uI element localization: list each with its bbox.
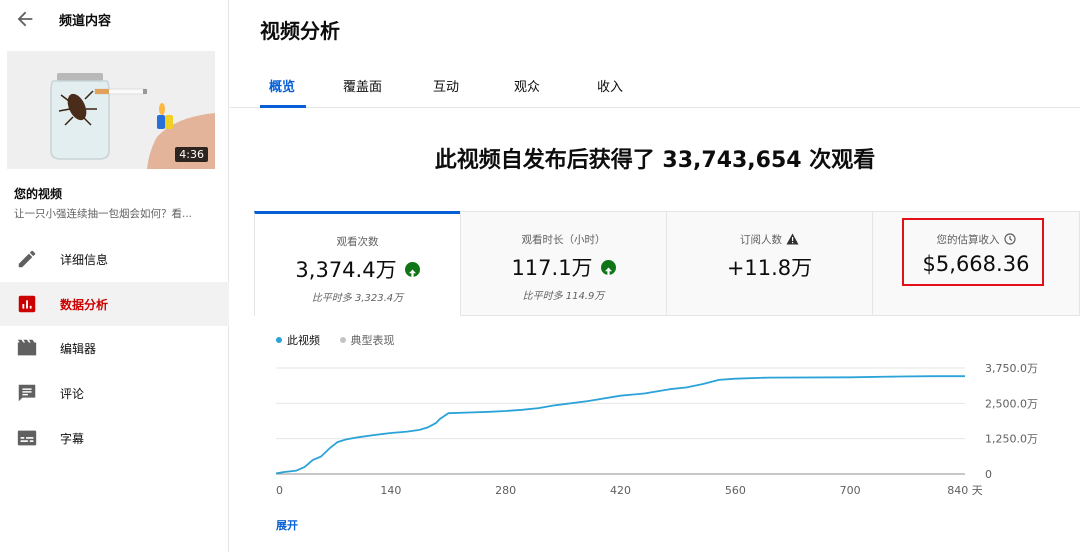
metric-card-watch-time[interactable]: 观看时长（小时） 117.1万 比平时多 114.9万 <box>460 211 667 316</box>
sidebar-item-label: 字幕 <box>60 432 85 446</box>
x-tick-label: 840 天 <box>947 484 983 497</box>
x-tick-label: 420 <box>610 484 631 497</box>
metric-card-subscribers[interactable]: 订阅人数 +11.8万 <box>666 211 873 316</box>
metric-label: 观看时长（小时） <box>521 234 606 246</box>
metric-label: 您的估算收入 <box>873 232 1079 247</box>
x-tick-label: 0 <box>276 484 283 497</box>
metric-value: 3,374.4万 <box>255 254 460 284</box>
tab-bar: 概览 覆盖面 互动 观众 收入 <box>230 64 1080 108</box>
metric-card-revenue[interactable]: 您的估算收入 $5,668.36 <box>872 211 1080 316</box>
legend-label: 此视频 <box>287 334 320 347</box>
tab-overview[interactable]: 概览 <box>269 76 295 95</box>
series-line-this-video <box>275 375 965 475</box>
sidebar-title: 频道内容 <box>59 14 112 29</box>
metric-cards: 观看次数 3,374.4万 比平时多 3,323.4万 观看时长（小时） 117… <box>254 211 1080 316</box>
expand-link[interactable]: 展开 <box>276 517 298 533</box>
metric-note: 比平时多 3,323.4万 <box>311 293 404 304</box>
arrow-up-circle-icon <box>404 261 420 277</box>
sidebar-item-label: 详细信息 <box>60 253 109 267</box>
subtitles-icon <box>17 430 37 446</box>
page-title: 视频分析 <box>260 19 340 43</box>
video-thumbnail[interactable]: 4:36 <box>7 51 215 169</box>
video-title[interactable]: 让一只小强连续抽一包烟会如何？看... <box>14 206 219 221</box>
metric-label: 观看次数 <box>336 236 379 248</box>
tab-reach[interactable]: 覆盖面 <box>343 76 382 95</box>
metric-value: 117.1万 <box>461 252 666 282</box>
legend-typical[interactable]: 典型表现 <box>339 334 395 347</box>
metric-value: $5,668.36 <box>922 252 1030 276</box>
active-tab-indicator <box>260 105 306 108</box>
clock-icon[interactable] <box>1003 233 1016 245</box>
sidebar-item-label: 评论 <box>60 387 85 401</box>
sidebar-item-label: 编辑器 <box>60 342 97 356</box>
analytics-icon <box>18 295 36 313</box>
main-content: 视频分析 概览 覆盖面 互动 观众 收入 此视频自发布后获得了 33,743,6… <box>230 0 1080 552</box>
sidebar-item-details[interactable]: 详细信息 <box>0 237 229 281</box>
comment-icon <box>18 384 36 402</box>
sidebar-item-comments[interactable]: 评论 <box>0 371 229 415</box>
legend-label: 典型表现 <box>350 334 395 347</box>
x-tick-label: 140 <box>380 484 401 497</box>
views-headline: 此视频自发布后获得了 33,743,654 次观看 <box>434 148 876 173</box>
sidebar-item-editor[interactable]: 编辑器 <box>0 326 229 370</box>
sidebar: 频道内容 4:36 您的视频 让一只小强连续抽一包烟会如何？看... 详细信息 … <box>0 0 229 552</box>
tab-audience[interactable]: 观众 <box>514 76 540 95</box>
sidebar-item-label: 数据分析 <box>60 298 109 312</box>
metric-label-text: 您的估算收入 <box>936 234 1000 246</box>
tab-revenue[interactable]: 收入 <box>597 76 623 95</box>
x-tick-label: 700 <box>840 484 861 497</box>
legend-dot-icon <box>276 337 282 343</box>
arrow-up-circle-icon <box>600 259 616 275</box>
x-tick-label: 560 <box>725 484 746 497</box>
metric-value-text: 117.1万 <box>511 256 593 280</box>
film-icon <box>17 339 37 356</box>
metric-label-text: 订阅人数 <box>740 234 782 246</box>
y-tick-label: 3,750.0万 <box>985 362 1038 375</box>
chart-legend: 此视频 典型表现 <box>276 332 395 348</box>
back-arrow-icon[interactable] <box>14 8 36 30</box>
views-line-chart[interactable]: 0 1,250.0万 2,500.0万 3,750.0万 0 140 280 420 560 70… <box>230 350 1080 510</box>
sidebar-item-analytics[interactable]: 数据分析 <box>0 282 229 326</box>
metric-card-views[interactable]: 观看次数 3,374.4万 比平时多 3,323.4万 <box>254 211 461 316</box>
metric-value-text: 3,374.4万 <box>295 258 397 282</box>
warning-icon <box>786 233 799 245</box>
video-duration: 4:36 <box>175 147 208 162</box>
pencil-icon <box>18 250 36 268</box>
your-video-label: 您的视频 <box>14 187 63 201</box>
metric-value: +11.8万 <box>726 256 813 280</box>
sidebar-item-subtitles[interactable]: 字幕 <box>0 416 229 460</box>
legend-this-video[interactable]: 此视频 <box>276 334 320 347</box>
y-tick-label: 2,500.0万 <box>985 397 1038 410</box>
legend-dot-icon <box>339 337 346 343</box>
y-tick-label: 0 <box>985 468 992 481</box>
metric-note: 比平时多 114.9万 <box>522 291 605 302</box>
metric-label: 订阅人数 <box>667 232 872 247</box>
sidebar-header: 频道内容 <box>0 0 229 40</box>
y-tick-label: 1,250.0万 <box>985 433 1038 446</box>
tab-engagement[interactable]: 互动 <box>433 76 459 95</box>
x-tick-label: 280 <box>495 484 516 497</box>
